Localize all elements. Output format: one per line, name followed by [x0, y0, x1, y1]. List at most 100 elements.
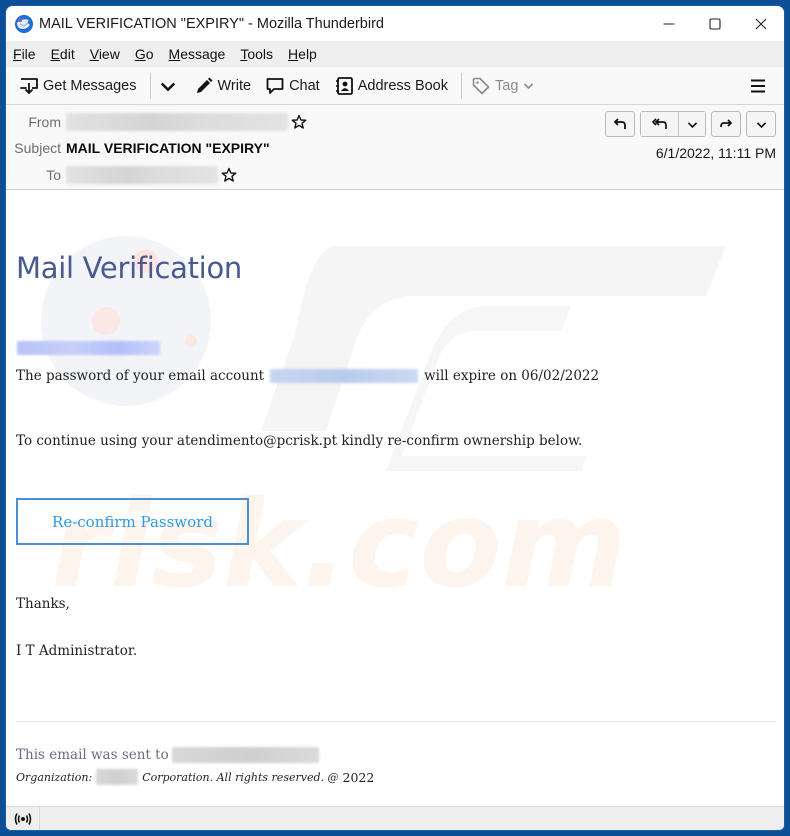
menu-label: ools: [247, 46, 274, 62]
menu-edit[interactable]: Edit: [50, 45, 76, 63]
subject-row: Subject MAIL VERIFICATION "EXPIRY": [6, 140, 270, 156]
subject-label: Subject: [14, 140, 61, 156]
menu-accel: F: [13, 46, 22, 62]
to-label: To: [46, 167, 61, 183]
chat-bubble-icon: [266, 77, 284, 94]
app-menu-icon[interactable]: [748, 76, 768, 96]
from-label: From: [28, 114, 61, 130]
org-rights-text: Corporation. All rights reserved. @: [142, 770, 339, 784]
signature-text: I T Administrator.: [16, 643, 138, 659]
chevron-down-icon: [160, 82, 175, 92]
chevron-down-icon: [756, 121, 766, 128]
message-actions: [600, 111, 776, 137]
chevron-down-icon: [524, 83, 534, 90]
org-label: Organization:: [16, 770, 93, 784]
close-button[interactable]: [738, 6, 784, 41]
star-icon[interactable]: [291, 114, 307, 130]
reply-all-button[interactable]: [641, 112, 678, 136]
redacted-recipient: [171, 747, 319, 763]
menu-accel: M: [168, 46, 181, 62]
watermark-text: risk.com: [51, 476, 627, 615]
email-heading: Mail Verification: [16, 251, 242, 285]
expiry-text-before: The password of your email account: [16, 368, 265, 384]
maximize-icon: [709, 17, 721, 30]
message-header: From Subject MAIL VERIFICATION "EXPIRY" …: [6, 105, 784, 190]
expiry-text-after: will expire on 06/02/2022: [424, 368, 600, 384]
menu-go[interactable]: Go: [134, 45, 155, 63]
reply-all-dropdown[interactable]: [678, 112, 705, 136]
from-row: From: [6, 113, 307, 131]
menu-view[interactable]: View: [89, 45, 121, 63]
menu-accel: E: [50, 46, 60, 62]
redacted-org-name: [96, 769, 139, 785]
footer-organization: Organization: Corporation. All rights re…: [16, 769, 374, 785]
star-icon[interactable]: [221, 167, 237, 183]
menu-label: elp: [298, 46, 317, 62]
tag-label: Tag: [495, 77, 519, 94]
from-value-redacted[interactable]: [66, 113, 288, 131]
get-messages-button[interactable]: Get Messages: [14, 72, 142, 100]
status-bar: [6, 806, 784, 830]
menu-accel: V: [89, 46, 99, 62]
pencil-icon: [196, 77, 212, 93]
footer-sent-to: This email was sent to: [16, 747, 319, 763]
reconfirm-password-button[interactable]: Re-confirm Password: [16, 498, 249, 545]
menu-label: ile: [21, 46, 36, 62]
write-button[interactable]: Write: [189, 72, 257, 100]
expiry-paragraph: The password of your email account will …: [16, 368, 599, 384]
sent-to-label: This email was sent to: [16, 747, 169, 763]
online-status-icon: [14, 812, 31, 825]
thanks-text: Thanks,: [16, 596, 70, 612]
thunderbird-window: MAIL VERIFICATION "EXPIRY" - Mozilla Thu…: [5, 5, 785, 831]
chat-label: Chat: [289, 77, 320, 94]
reply-button[interactable]: [605, 111, 635, 137]
write-label: Write: [217, 77, 252, 94]
footer-divider: [16, 721, 776, 722]
download-mail-icon: [20, 77, 38, 94]
online-status-button[interactable]: [6, 806, 40, 830]
menu-file[interactable]: File: [12, 45, 37, 63]
more-actions-dropdown[interactable]: [746, 111, 776, 137]
get-messages-dropdown[interactable]: [155, 72, 185, 100]
menu-accel: G: [134, 46, 146, 62]
minimize-button[interactable]: [646, 6, 692, 41]
chevron-down-icon: [687, 121, 697, 128]
window-title: MAIL VERIFICATION "EXPIRY" - Mozilla Thu…: [39, 15, 384, 32]
minimize-icon: [663, 22, 675, 25]
get-messages-label: Get Messages: [43, 77, 137, 94]
address-book-icon: [335, 76, 353, 95]
message-date: 6/1/2022, 11:11 PM: [655, 145, 776, 161]
address-book-button[interactable]: Address Book: [329, 72, 453, 100]
to-value-redacted[interactable]: [66, 166, 218, 184]
close-icon: [755, 18, 767, 29]
toolbar-separator: [461, 72, 462, 99]
main-toolbar: Get Messages Write Chat Address Book Tag: [6, 67, 784, 105]
forward-icon: [720, 119, 732, 128]
redacted-account-link[interactable]: [270, 369, 419, 383]
maximize-button[interactable]: [692, 6, 738, 41]
message-body: risk.com Mail Verification The password …: [6, 191, 784, 801]
window-controls: [646, 6, 784, 41]
menu-label: essage: [180, 46, 226, 62]
footer-year: 2022: [342, 769, 375, 785]
menu-label: dit: [59, 46, 75, 62]
menu-label: iew: [98, 46, 120, 62]
forward-button[interactable]: [711, 111, 741, 137]
tag-button[interactable]: Tag: [466, 72, 544, 100]
menu-label: o: [145, 46, 154, 62]
thunderbird-logo-icon: [15, 14, 33, 33]
tag-icon: [472, 77, 490, 94]
toolbar-separator: [149, 72, 151, 99]
menu-message[interactable]: Message: [168, 45, 227, 63]
redacted-recipient-link[interactable]: [17, 341, 160, 355]
title-bar: MAIL VERIFICATION "EXPIRY" - Mozilla Thu…: [6, 6, 784, 41]
address-book-label: Address Book: [357, 77, 448, 94]
reply-all-icon: [651, 118, 667, 129]
menu-tools[interactable]: Tools: [239, 45, 274, 63]
menu-accel: H: [288, 46, 299, 62]
reply-icon: [614, 118, 626, 129]
reconfirm-password-label: Re-confirm Password: [52, 512, 213, 531]
subject-value: MAIL VERIFICATION "EXPIRY": [66, 140, 270, 156]
chat-button[interactable]: Chat: [260, 72, 325, 100]
menu-help[interactable]: Help: [287, 45, 318, 63]
